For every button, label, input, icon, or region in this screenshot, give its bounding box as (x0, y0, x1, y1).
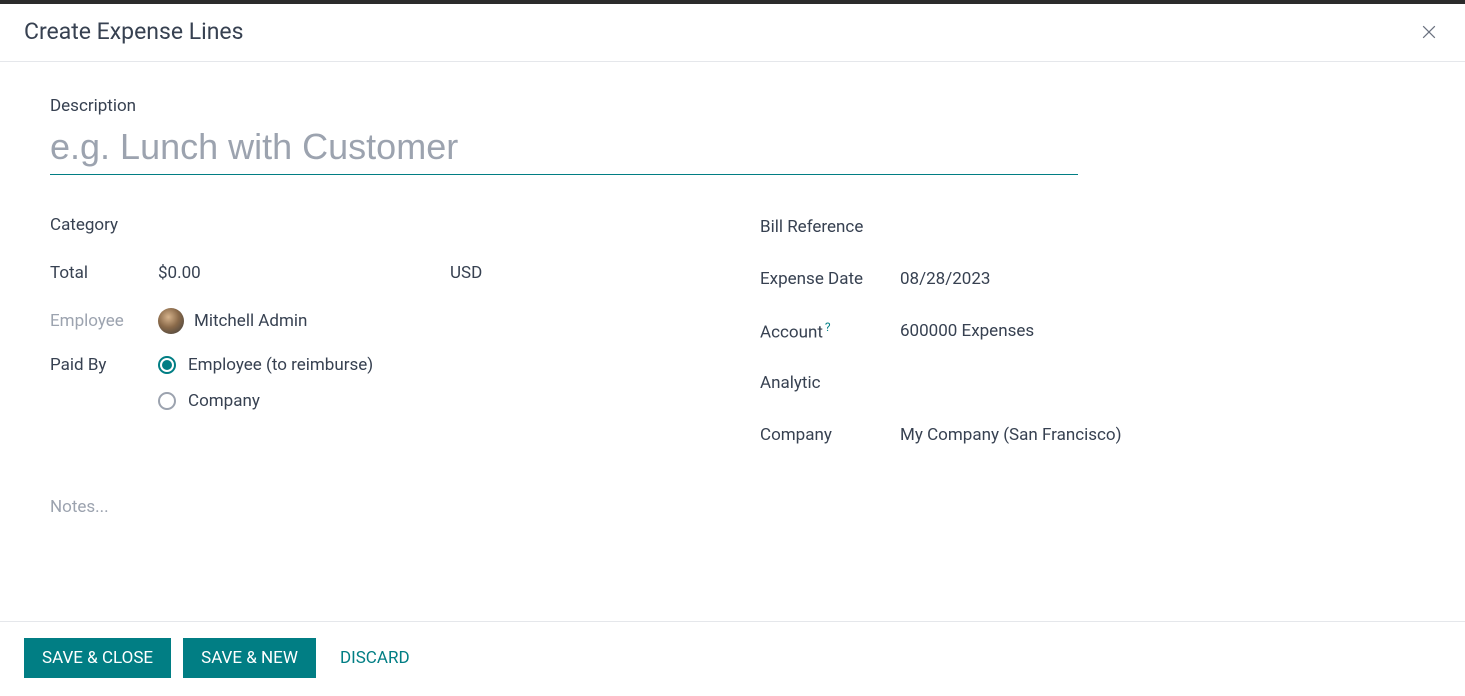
save-new-button[interactable]: SAVE & NEW (183, 638, 316, 678)
radio-dot-icon (158, 392, 176, 410)
account-label: Account? (760, 320, 900, 343)
row-paid-by: Paid By Employee (to reimburse) Company (50, 345, 760, 411)
description-input[interactable] (50, 122, 1078, 175)
row-total: Total $0.00 USD (50, 249, 760, 297)
row-analytic: Analytic (760, 357, 1415, 409)
form-grid: Category Total $0.00 USD Employee Mitche… (50, 201, 1415, 461)
total-currency[interactable]: USD (450, 263, 482, 283)
category-label: Category (50, 215, 158, 235)
form-col-left: Category Total $0.00 USD Employee Mitche… (50, 201, 760, 461)
modal-body: Description Category Total $0.00 USD Emp… (0, 62, 1465, 621)
employee-name: Mitchell Admin (194, 311, 307, 331)
close-icon (1419, 22, 1439, 42)
paid-by-group: Employee (to reimburse) Company (158, 355, 373, 411)
employee-value[interactable]: Mitchell Admin (158, 308, 307, 334)
description-label: Description (50, 96, 1415, 116)
avatar (158, 308, 184, 334)
company-value[interactable]: My Company (San Francisco) (900, 425, 1122, 445)
radio-company[interactable]: Company (158, 391, 373, 411)
account-label-text: Account (760, 322, 823, 342)
total-label: Total (50, 263, 158, 283)
close-button[interactable] (1417, 20, 1441, 44)
row-employee: Employee Mitchell Admin (50, 297, 760, 345)
save-close-button[interactable]: SAVE & CLOSE (24, 638, 171, 678)
create-expense-modal: Create Expense Lines Description Categor… (0, 4, 1465, 696)
radio-employee-reimburse[interactable]: Employee (to reimburse) (158, 355, 373, 375)
expense-date-value[interactable]: 08/28/2023 (900, 269, 990, 289)
expense-date-label: Expense Date (760, 269, 900, 289)
paid-by-label: Paid By (50, 355, 158, 375)
modal-footer: SAVE & CLOSE SAVE & NEW DISCARD (0, 621, 1465, 696)
total-amount[interactable]: $0.00 (158, 263, 440, 283)
row-expense-date: Expense Date 08/28/2023 (760, 253, 1415, 305)
form-col-right: Bill Reference Expense Date 08/28/2023 A… (760, 201, 1415, 461)
row-bill-reference: Bill Reference (760, 201, 1415, 253)
radio-label: Employee (to reimburse) (188, 355, 373, 375)
notes-input[interactable] (50, 497, 1078, 537)
account-value[interactable]: 600000 Expenses (900, 321, 1034, 341)
discard-button[interactable]: DISCARD (328, 638, 422, 678)
help-icon[interactable]: ? (825, 320, 831, 334)
row-account: Account? 600000 Expenses (760, 305, 1415, 357)
modal-header: Create Expense Lines (0, 4, 1465, 62)
row-company: Company My Company (San Francisco) (760, 409, 1415, 461)
bill-reference-label: Bill Reference (760, 217, 900, 237)
row-category: Category (50, 201, 760, 249)
modal-title: Create Expense Lines (24, 18, 244, 45)
radio-dot-icon (158, 356, 176, 374)
total-value: $0.00 USD (158, 263, 482, 283)
company-label: Company (760, 425, 900, 445)
analytic-label: Analytic (760, 373, 900, 393)
employee-label: Employee (50, 311, 158, 331)
radio-label: Company (188, 391, 260, 411)
